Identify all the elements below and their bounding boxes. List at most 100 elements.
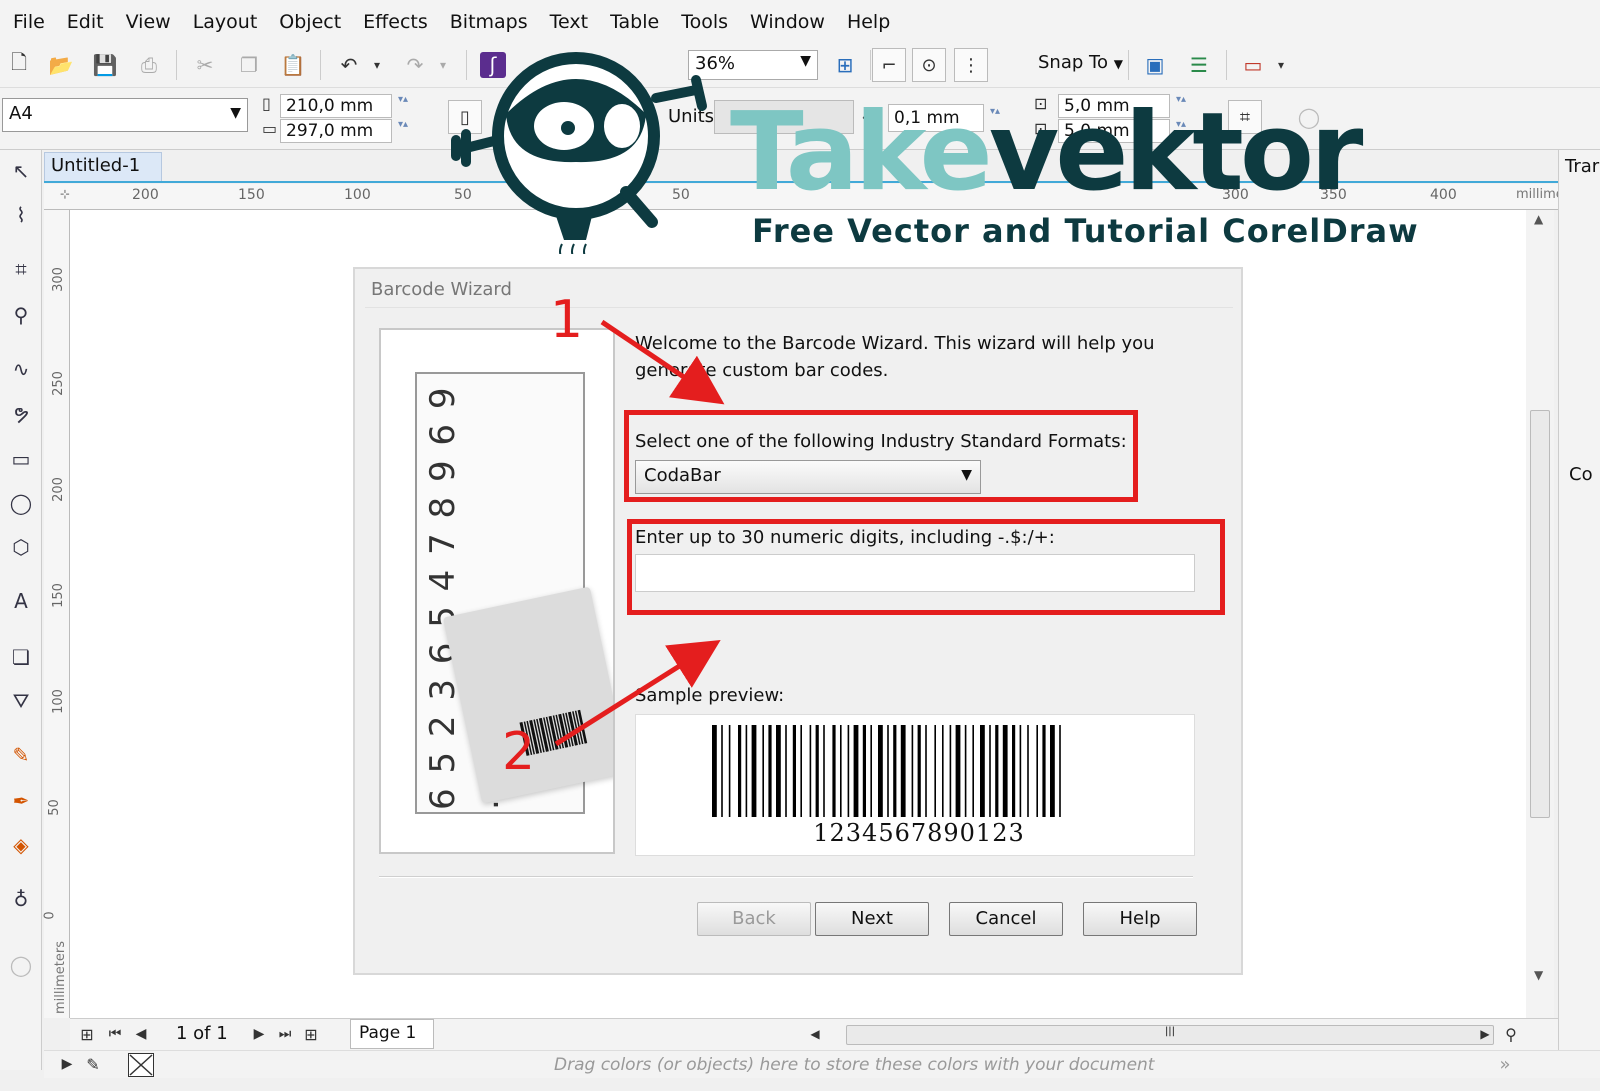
fill-tool-icon[interactable]: ◈ bbox=[6, 830, 36, 860]
horizontal-scroll-thumb[interactable]: ||| bbox=[846, 1025, 1494, 1045]
save-icon[interactable]: 💾 bbox=[92, 52, 118, 78]
vertical-scrollbar[interactable]: ▲ ▼ bbox=[1526, 210, 1554, 1018]
menu-window[interactable]: Window bbox=[739, 11, 836, 33]
scroll-up-icon[interactable]: ▲ bbox=[1534, 212, 1543, 226]
barcode-bar bbox=[964, 725, 967, 817]
add-tool-icon[interactable]: ◯ bbox=[6, 950, 36, 980]
illustration-digits: 6 5 2 3 6 5 4 7 8 9 6 9 . bbox=[423, 385, 507, 810]
transparency-tool-icon[interactable]: ⛛ bbox=[6, 686, 36, 716]
eyedropper-tool-icon[interactable]: ✎ bbox=[6, 740, 36, 770]
last-page-icon[interactable]: ⏭ bbox=[272, 1021, 298, 1047]
page-size-select[interactable]: A4 ▼ bbox=[2, 98, 248, 132]
guidelines-toggle-icon[interactable]: ⋮ bbox=[954, 48, 988, 82]
back-button[interactable]: Back bbox=[697, 902, 811, 936]
menu-edit[interactable]: Edit bbox=[56, 11, 115, 33]
scroll-right-icon[interactable]: ▶ bbox=[1472, 1021, 1498, 1047]
open-icon[interactable]: 📂 bbox=[48, 52, 74, 78]
barcode-bar bbox=[751, 725, 757, 817]
barcode-bar bbox=[768, 725, 772, 817]
next-page-icon[interactable]: ▶ bbox=[246, 1021, 272, 1047]
new-document-icon[interactable]: 🗋 bbox=[6, 50, 32, 78]
rulers-toggle-icon[interactable]: ⌐ bbox=[872, 48, 906, 82]
toolbar-divider bbox=[320, 50, 321, 80]
toolbar-divider bbox=[1128, 50, 1129, 80]
add-page-after-icon[interactable]: ⊞ bbox=[298, 1021, 324, 1047]
redo-icon[interactable]: ↷ bbox=[402, 52, 428, 78]
zoom-navigator-icon[interactable]: ⚲ bbox=[1498, 1021, 1524, 1047]
welcome-text: Welcome to the Barcode Wizard. This wiza… bbox=[635, 333, 1155, 381]
barcode-bar bbox=[925, 725, 927, 817]
application-launcher-icon[interactable]: ▭ bbox=[1240, 52, 1266, 78]
page-height-field[interactable]: 297,0 mm bbox=[280, 119, 392, 143]
menu-effects[interactable]: Effects bbox=[352, 11, 439, 33]
shape-tool-icon[interactable]: ⌇ bbox=[6, 200, 36, 230]
document-tab[interactable]: Untitled-1 bbox=[44, 152, 162, 182]
pick-tool-icon[interactable]: ↖ bbox=[6, 156, 36, 186]
barcode-bar bbox=[1059, 725, 1061, 817]
takevektor-mascot-logo bbox=[451, 52, 707, 254]
previous-page-icon[interactable]: ◀ bbox=[128, 1021, 154, 1047]
cut-icon[interactable]: ✂ bbox=[192, 52, 218, 78]
interactive-fill-tool-icon[interactable]: ♁ bbox=[6, 884, 36, 914]
help-button[interactable]: Help bbox=[1083, 902, 1197, 936]
rectangle-tool-icon[interactable]: ▭ bbox=[6, 444, 36, 474]
cancel-button[interactable]: Cancel bbox=[949, 902, 1063, 936]
options-icon[interactable]: ☰ bbox=[1186, 52, 1212, 78]
undo-dropdown-icon[interactable]: ▾ bbox=[364, 52, 390, 78]
zoom-fit-icon[interactable]: ⊞ bbox=[832, 52, 858, 78]
barcode-bar bbox=[809, 725, 812, 817]
menu-view[interactable]: View bbox=[115, 11, 182, 33]
barcode-bar bbox=[862, 725, 866, 817]
barcode-bar bbox=[1027, 725, 1029, 817]
first-page-icon[interactable]: ⏮ bbox=[102, 1021, 128, 1047]
text-tool-icon[interactable]: A bbox=[6, 586, 36, 616]
vertical-ruler[interactable]: 300 250 200 150 100 50 0 millimeters bbox=[43, 210, 70, 1018]
palette-expand-icon[interactable]: » bbox=[1492, 1051, 1518, 1077]
zoom-tool-icon[interactable]: ⚲ bbox=[6, 300, 36, 330]
menu-text[interactable]: Text bbox=[539, 11, 599, 33]
ruler-origin-icon[interactable]: ⊹ bbox=[60, 187, 70, 201]
eyedropper-icon[interactable]: ✎ bbox=[80, 1051, 106, 1077]
drop-shadow-tool-icon[interactable]: ❏ bbox=[6, 642, 36, 672]
menu-layout[interactable]: Layout bbox=[182, 11, 269, 33]
paste-icon[interactable]: 📋 bbox=[280, 52, 306, 78]
add-page-before-icon[interactable]: ⊞ bbox=[74, 1021, 100, 1047]
menu-file[interactable]: File bbox=[2, 11, 56, 33]
crop-tool-icon[interactable]: ⌗ bbox=[6, 254, 36, 284]
snap-to-menu[interactable]: Snap To ▼ bbox=[1038, 52, 1123, 73]
polygon-tool-icon[interactable]: ⬡ bbox=[6, 532, 36, 562]
docker-title[interactable]: Trar bbox=[1565, 156, 1599, 177]
copy-icon[interactable]: ❐ bbox=[236, 52, 262, 78]
barcode-bar bbox=[900, 725, 906, 817]
page-tab[interactable]: Page 1 bbox=[350, 1019, 434, 1049]
ruler-label: 400 bbox=[1430, 187, 1457, 203]
menu-table[interactable]: Table bbox=[599, 11, 670, 33]
next-button[interactable]: Next bbox=[815, 902, 929, 936]
launcher-dropdown-icon[interactable]: ▾ bbox=[1268, 52, 1294, 78]
docker-panel: Trar Co bbox=[1558, 150, 1600, 1070]
palette-menu-icon[interactable]: ▶ bbox=[54, 1051, 80, 1077]
menu-tools[interactable]: Tools bbox=[670, 11, 739, 33]
no-color-swatch[interactable] bbox=[128, 1053, 154, 1077]
menu-object[interactable]: Object bbox=[268, 11, 352, 33]
vertical-scroll-thumb[interactable] bbox=[1530, 410, 1550, 818]
print-icon[interactable]: ⎙ bbox=[136, 52, 162, 78]
page-width-spinner-icon[interactable]: ▾▴ bbox=[398, 94, 424, 118]
freehand-tool-icon[interactable]: ∿ bbox=[6, 354, 36, 384]
ellipse-tool-icon[interactable]: ◯ bbox=[6, 488, 36, 518]
menu-help[interactable]: Help bbox=[836, 11, 901, 33]
grid-toggle-icon[interactable]: ⊙ bbox=[912, 48, 946, 82]
barcode-bar bbox=[980, 725, 985, 817]
barcode-bar bbox=[949, 725, 952, 817]
undo-icon[interactable]: ↶ bbox=[336, 52, 362, 78]
outline-tool-icon[interactable]: ✒ bbox=[6, 786, 36, 816]
barcode-bar bbox=[832, 725, 836, 817]
scroll-down-icon[interactable]: ▼ bbox=[1534, 968, 1543, 982]
menu-bitmaps[interactable]: Bitmaps bbox=[439, 11, 539, 33]
scroll-left-icon[interactable]: ◀ bbox=[802, 1021, 828, 1047]
docker-item[interactable]: Co bbox=[1569, 464, 1593, 485]
page-width-field[interactable]: 210,0 mm bbox=[280, 94, 392, 118]
welcome-screen-icon[interactable]: ▣ bbox=[1142, 52, 1168, 78]
page-height-spinner-icon[interactable]: ▾▴ bbox=[398, 119, 424, 143]
artistic-media-tool-icon[interactable]: ຯ bbox=[6, 398, 36, 428]
